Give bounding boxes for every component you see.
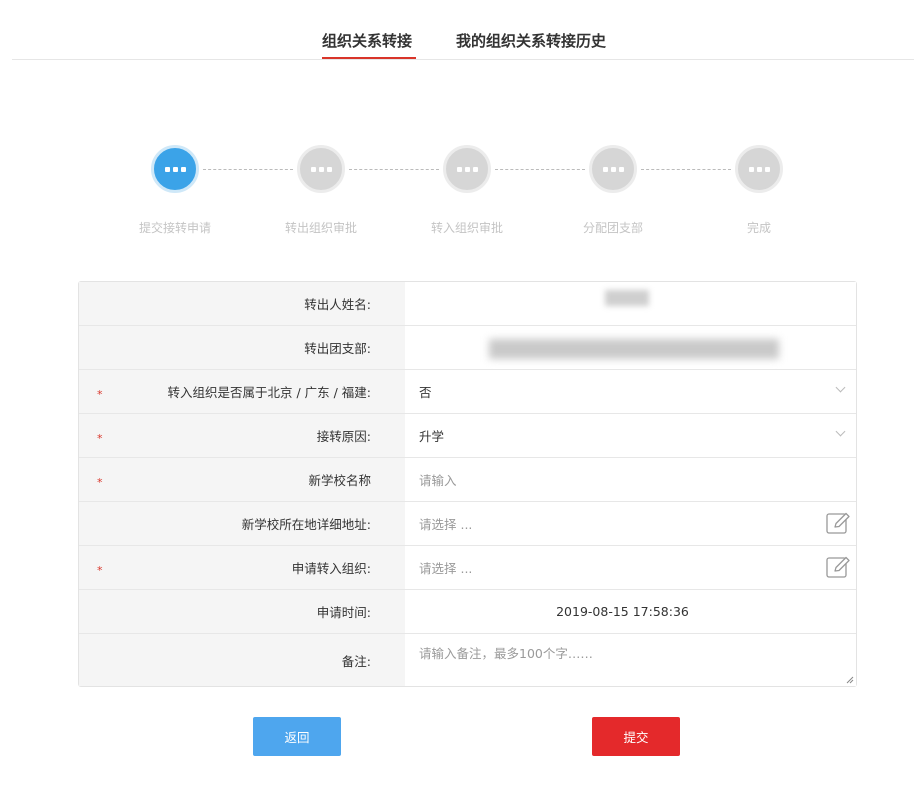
required-marker: * (97, 431, 103, 445)
edit-icon[interactable] (826, 511, 852, 535)
form-row-school-address: 新学校所在地详细地址: 请选择 ... (79, 501, 856, 545)
transfer-form: 转出人姓名: 转出团支部: * 转入组织是否属于北京 / 广东 / 福建: 否 … (78, 281, 857, 687)
new-school-input[interactable]: 请输入 (405, 458, 856, 501)
input-placeholder: 请选择 ... (419, 517, 473, 532)
tab-bar: 组织关系转接 我的组织关系转接历史 (0, 0, 920, 62)
field-label-text: 转入组织是否属于北京 / 广东 / 福建: (167, 385, 371, 400)
field-label: * 转入组织是否属于北京 / 广东 / 福建: (79, 370, 405, 413)
step-2: 转出组织审批 (261, 145, 381, 236)
reason-select-value: 升学 (419, 429, 445, 444)
required-marker: * (97, 387, 103, 401)
field-label: 转出人姓名: (79, 282, 405, 325)
form-row-new-school: * 新学校名称 请输入 (79, 457, 856, 501)
step-3: 转入组织审批 (407, 145, 527, 236)
step-5: 完成 (699, 145, 819, 236)
field-label: * 接转原因: (79, 414, 405, 457)
form-row-source-branch: 转出团支部: (79, 325, 856, 369)
textarea-placeholder: 请输入备注，最多100个字…… (419, 646, 593, 661)
field-label: 申请时间: (79, 590, 405, 633)
region-select[interactable]: 否 (405, 370, 856, 413)
submit-button[interactable]: 提交 (592, 717, 680, 756)
resize-handle-icon[interactable] (846, 676, 854, 684)
ellipsis-icon (735, 145, 783, 193)
target-org-picker[interactable]: 请选择 ... (405, 546, 856, 589)
source-branch-value (405, 326, 856, 369)
form-row-reason: * 接转原因: 升学 (79, 413, 856, 457)
form-row-apply-time: 申请时间: 2019-08-15 17:58:36 (79, 589, 856, 633)
field-label-text: 申请转入组织: (291, 561, 371, 576)
tab-org-transfer[interactable]: 组织关系转接 (322, 30, 412, 51)
redacted-branch (489, 339, 779, 359)
step-label: 提交接转申请 (138, 221, 211, 235)
form-row-region: * 转入组织是否属于北京 / 广东 / 福建: 否 (79, 369, 856, 413)
reason-select[interactable]: 升学 (405, 414, 856, 457)
field-label: 新学校所在地详细地址: (79, 502, 405, 545)
school-address-picker[interactable]: 请选择 ... (405, 502, 856, 545)
region-select-value: 否 (419, 385, 432, 400)
step-label: 转出组织审批 (284, 221, 357, 235)
back-button[interactable]: 返回 (253, 717, 341, 756)
field-label: 转出团支部: (79, 326, 405, 369)
step-label: 转入组织审批 (430, 221, 503, 235)
input-placeholder: 请选择 ... (419, 561, 473, 576)
redacted-name (605, 290, 649, 306)
form-row-target-org: * 申请转入组织: 请选择 ... (79, 545, 856, 589)
tab-transfer-history[interactable]: 我的组织关系转接历史 (456, 30, 606, 51)
field-label: 备注: (79, 634, 405, 686)
transferor-name-value (405, 282, 856, 325)
chevron-down-icon (835, 426, 846, 437)
edit-icon[interactable] (826, 555, 852, 579)
step-label: 完成 (746, 221, 771, 235)
field-label: * 新学校名称 (79, 458, 405, 501)
field-label-text: 接转原因: (316, 429, 371, 444)
ellipsis-icon (297, 145, 345, 193)
step-1: 提交接转申请 (115, 145, 235, 236)
tab-divider (12, 59, 914, 60)
input-placeholder: 请输入 (419, 473, 457, 488)
ellipsis-icon (151, 145, 199, 193)
form-row-transferor-name: 转出人姓名: (79, 282, 856, 325)
apply-time-cell: 2019-08-15 17:58:36 (405, 590, 856, 633)
required-marker: * (97, 563, 103, 577)
ellipsis-icon (589, 145, 637, 193)
form-row-remark: 备注: 请输入备注，最多100个字…… (79, 633, 856, 686)
chevron-down-icon (835, 382, 846, 393)
ellipsis-icon (443, 145, 491, 193)
progress-steps: 提交接转申请 转出组织审批 转入组织审批 分配团支部 完成 (0, 120, 920, 250)
field-label: * 申请转入组织: (79, 546, 405, 589)
remark-textarea[interactable]: 请输入备注，最多100个字…… (405, 634, 856, 686)
step-4: 分配团支部 (553, 145, 673, 236)
apply-time-value: 2019-08-15 17:58:36 (556, 604, 689, 619)
step-label: 分配团支部 (582, 221, 643, 235)
field-label-text: 新学校名称 (308, 473, 371, 488)
required-marker: * (97, 475, 103, 489)
